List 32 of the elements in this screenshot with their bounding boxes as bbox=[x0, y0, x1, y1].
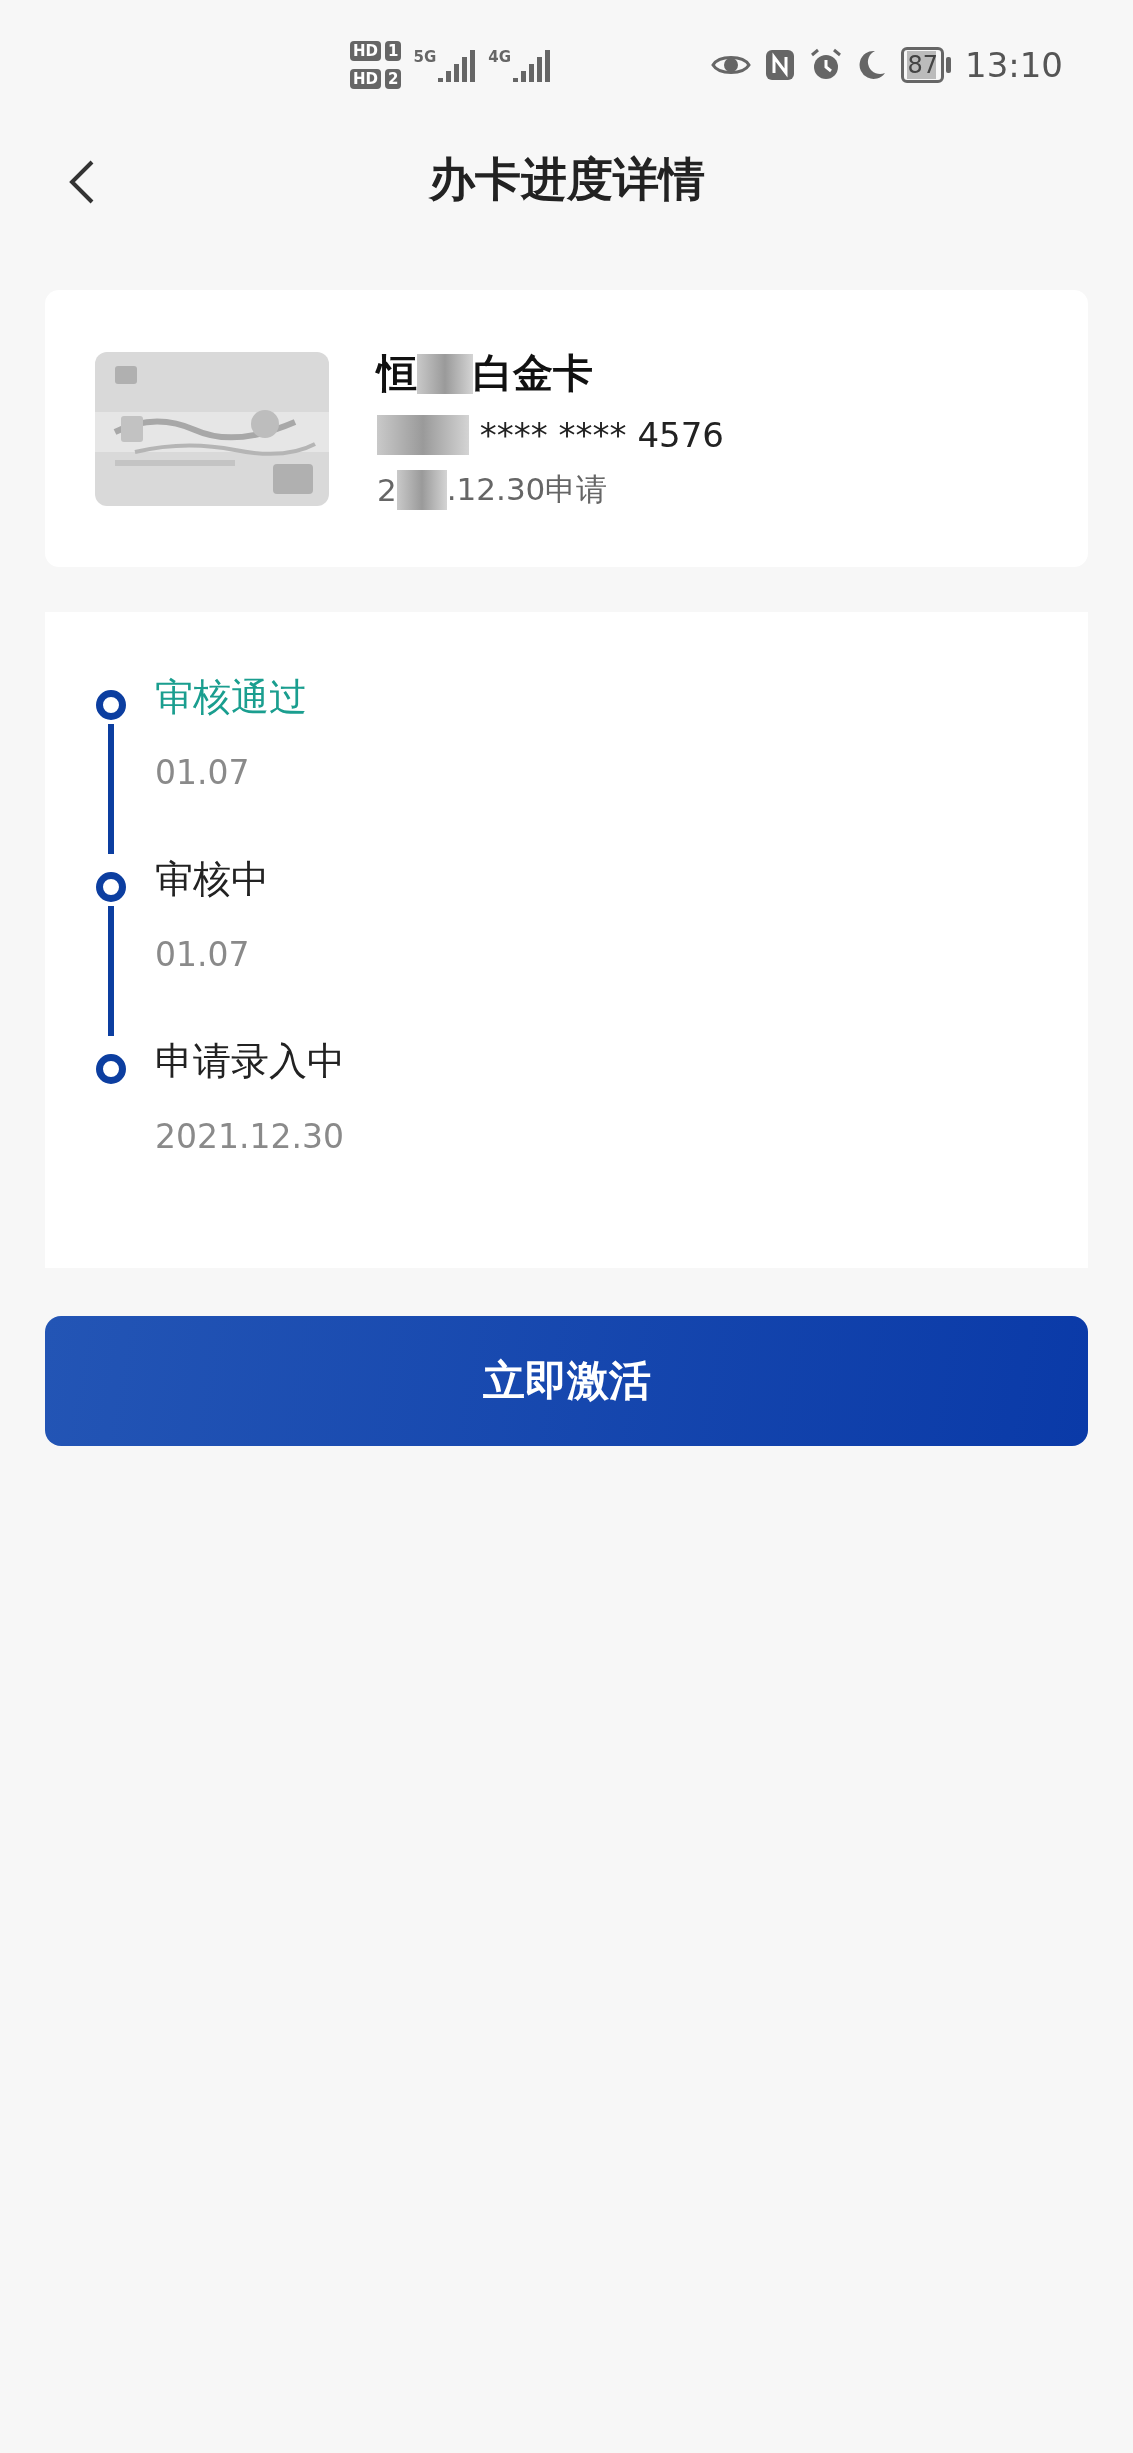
network-label: 4G bbox=[488, 48, 511, 66]
blur-patch bbox=[417, 353, 473, 394]
activate-button[interactable]: 立即激活 bbox=[45, 1316, 1088, 1446]
signal-icon bbox=[512, 48, 551, 82]
signal-icon bbox=[438, 48, 477, 82]
step-date: 01.07 bbox=[155, 935, 251, 974]
battery-tip-icon bbox=[946, 57, 951, 73]
apply-date: 2 bbox=[377, 472, 397, 508]
hd-badge: HD bbox=[350, 41, 381, 61]
blur-patch bbox=[396, 470, 447, 510]
apply-date: .12.30申请 bbox=[446, 470, 608, 509]
step-dot bbox=[96, 690, 126, 720]
page-title: 办卡进度详情 bbox=[428, 151, 705, 208]
network-label: 5G bbox=[413, 48, 437, 66]
battery-level: 87 bbox=[901, 47, 944, 83]
clock-time: 13:10 bbox=[965, 45, 1063, 85]
hd-badge: HD bbox=[350, 69, 381, 89]
sim-badge: 1 bbox=[385, 41, 402, 61]
step-status: 审核中 bbox=[155, 856, 269, 903]
sim-badge: 2 bbox=[385, 69, 402, 89]
card-number: **** **** 4576 bbox=[478, 415, 724, 455]
step-date: 01.07 bbox=[155, 753, 251, 792]
step-status: 申请录入中 bbox=[155, 1038, 345, 1085]
alarm-icon bbox=[809, 48, 844, 82]
step-dot bbox=[96, 872, 126, 902]
step-date: 2021.12.30 bbox=[155, 1117, 345, 1156]
step-dot bbox=[96, 1054, 126, 1084]
moon-icon bbox=[857, 49, 888, 81]
card-name: 白金卡 bbox=[473, 349, 593, 398]
nfc-icon bbox=[765, 49, 796, 81]
step-status: 审核通过 bbox=[155, 674, 307, 721]
card-name: 恒 bbox=[377, 349, 417, 398]
